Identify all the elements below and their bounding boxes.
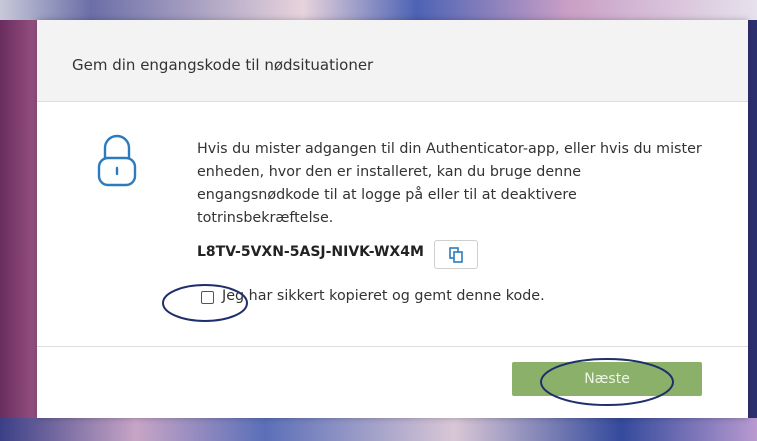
next-button[interactable]: Næste	[512, 362, 702, 396]
saved-code-checkbox[interactable]	[201, 291, 214, 304]
background-top	[0, 0, 757, 20]
dialog-header: Gem din engangskode til nødsituationer	[37, 20, 748, 102]
dialog-description: Hvis du mister adgangen til din Authenti…	[197, 141, 702, 226]
copy-button[interactable]	[434, 240, 478, 269]
copy-icon	[449, 246, 463, 263]
saved-code-checkbox-label[interactable]: Jeg har sikkert kopieret og gemt denne k…	[222, 288, 545, 304]
lock-icon	[97, 134, 137, 192]
background-bottom	[0, 418, 757, 441]
recovery-code: L8TV-5VXN-5ASJ-NIVK-WX4M	[197, 244, 424, 260]
dialog-title: Gem din engangskode til nødsituationer	[72, 56, 374, 74]
recovery-code-dialog: Gem din engangskode til nødsituationer H…	[37, 20, 748, 418]
